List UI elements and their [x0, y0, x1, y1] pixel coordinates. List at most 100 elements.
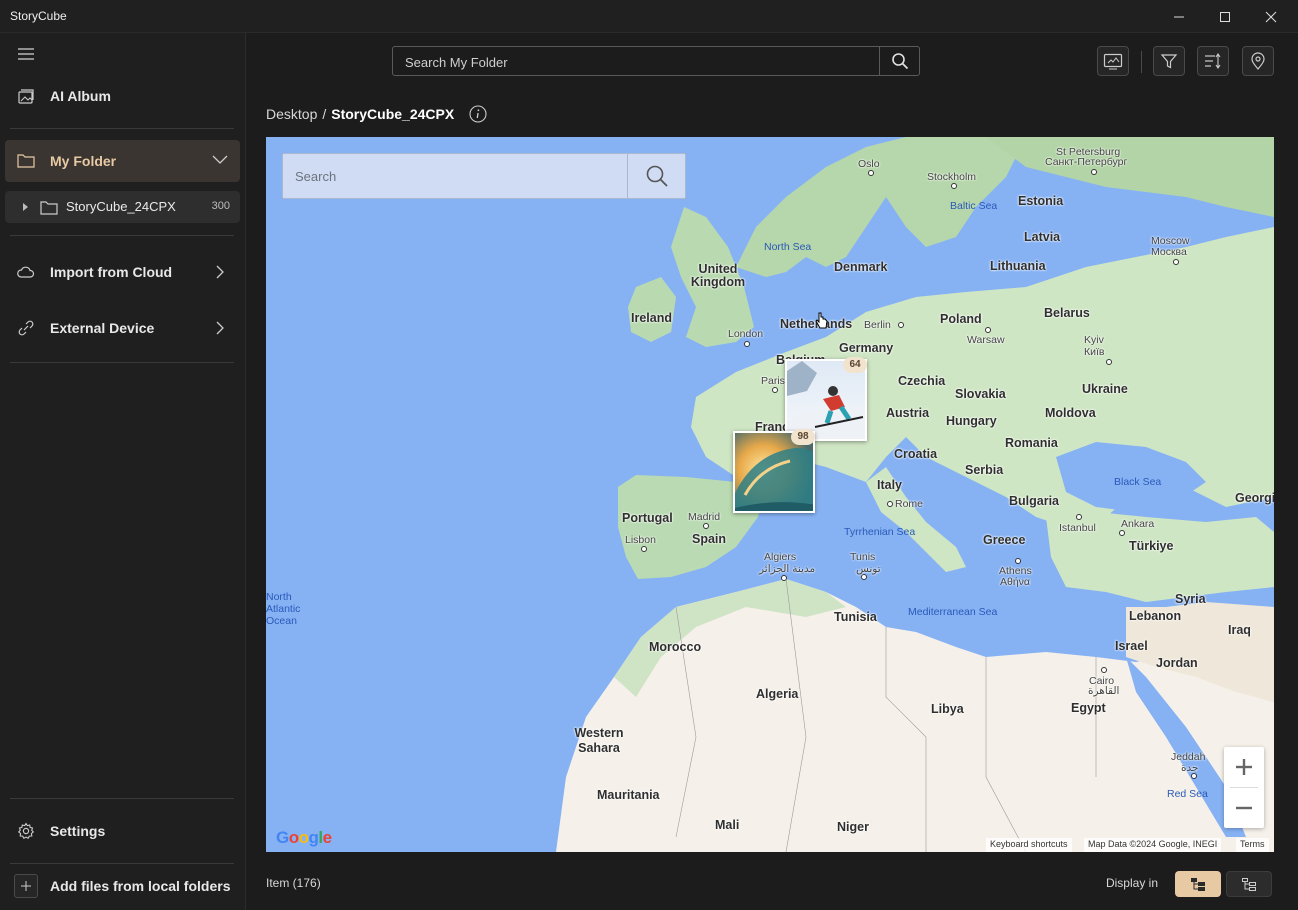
- country-label: Hungary: [946, 414, 997, 428]
- close-icon: [1265, 11, 1277, 22]
- country-label: Tunisia: [834, 610, 877, 624]
- menu-button[interactable]: [18, 47, 34, 66]
- country-label: Belarus: [1044, 306, 1090, 320]
- keyboard-shortcuts-link[interactable]: Keyboard shortcuts: [986, 838, 1072, 852]
- city-label: Paris: [761, 375, 785, 387]
- add-local-folders-button[interactable]: Add files from local folders: [14, 874, 230, 898]
- sea-label: Black Sea: [1114, 476, 1162, 488]
- sort-button[interactable]: [1197, 46, 1229, 76]
- city-marker: [1173, 259, 1179, 265]
- country-label: Italy: [877, 478, 903, 492]
- nav-my-folder[interactable]: My Folder: [5, 140, 240, 182]
- country-label: Latvia: [1024, 230, 1061, 244]
- country-label: Algeria: [756, 687, 799, 701]
- city-label: جدة: [1181, 762, 1199, 774]
- city-label: Oslo: [858, 158, 880, 170]
- sort-icon: [1205, 53, 1221, 69]
- display-in-label: Display in: [1105, 876, 1158, 890]
- map-view-button[interactable]: [1242, 46, 1274, 76]
- city-marker: [1076, 514, 1082, 520]
- search-button[interactable]: [879, 47, 919, 75]
- city-marker: [985, 327, 991, 333]
- city-marker: [1091, 169, 1097, 175]
- city-label: Lisbon: [625, 534, 656, 546]
- map-data-attribution: Map Data ©2024 Google, INEGI: [1084, 838, 1222, 852]
- breadcrumb-current: StoryCube_24CPX: [331, 106, 455, 122]
- filter-icon: [1160, 54, 1178, 69]
- country-label: Romania: [1005, 436, 1058, 450]
- search-icon: [646, 165, 668, 187]
- country-label: Austria: [886, 406, 930, 420]
- country-label: Portugal: [622, 511, 673, 525]
- nav-external-device[interactable]: External Device: [0, 308, 246, 348]
- city-marker: [898, 322, 904, 328]
- info-icon[interactable]: [469, 105, 487, 123]
- city-label: Algiers: [764, 551, 797, 563]
- map-search-button[interactable]: [627, 154, 685, 198]
- zoom-controls: [1224, 747, 1264, 828]
- view-list-button[interactable]: [1226, 871, 1272, 897]
- country-label: Niger: [837, 820, 869, 834]
- folder-search[interactable]: Search My Folder: [392, 46, 920, 76]
- city-label: Москва: [1151, 246, 1187, 258]
- sidebar: AI Album My Folder StoryCube_24CPX 300 I…: [0, 33, 246, 910]
- map-search[interactable]: Search: [282, 153, 686, 199]
- country-label: Iraq: [1228, 623, 1251, 637]
- folder-item-storycube[interactable]: StoryCube_24CPX 300: [5, 191, 240, 223]
- country-label: Ireland: [631, 311, 672, 325]
- nav-import-cloud-label: Import from Cloud: [50, 264, 173, 280]
- hand-cursor-icon: [815, 312, 828, 329]
- breadcrumb-root[interactable]: Desktop: [266, 106, 317, 122]
- title-bar: StoryCube: [0, 0, 1298, 33]
- album-icon: [18, 89, 34, 104]
- minus-icon: [1236, 806, 1252, 810]
- hamburger-icon: [18, 48, 34, 60]
- country-label: Israel: [1115, 639, 1148, 653]
- city-marker: [781, 575, 787, 581]
- nav-my-folder-label: My Folder: [50, 153, 117, 169]
- terms-link[interactable]: Terms: [1236, 838, 1269, 852]
- main-panel: Search My Folder Desktop / StoryCube_24C…: [246, 33, 1298, 910]
- item-count: Item (176): [266, 876, 321, 890]
- nav-import-cloud[interactable]: Import from Cloud: [0, 252, 246, 292]
- country-label: Lebanon: [1129, 609, 1182, 623]
- country-label: Syria: [1175, 592, 1206, 606]
- nav-ai-album-label: AI Album: [50, 88, 111, 104]
- nav-ai-album[interactable]: AI Album: [0, 76, 246, 116]
- sea-label: North Atlantic Ocean: [266, 591, 301, 627]
- plus-icon: [1236, 759, 1252, 775]
- plus-icon: [14, 874, 38, 898]
- country-label: Western Sahara: [574, 726, 624, 755]
- search-icon: [891, 53, 908, 70]
- city-label: القاهرة: [1088, 685, 1120, 697]
- folder-icon: [40, 201, 58, 215]
- country-label: Jordan: [1156, 656, 1198, 670]
- map-view[interactable]: Search North Sea Baltic Sea Black Sea Ty…: [266, 137, 1274, 852]
- nav-settings[interactable]: Settings: [0, 811, 246, 851]
- close-button[interactable]: [1248, 0, 1294, 33]
- zoom-out-button[interactable]: [1224, 788, 1264, 828]
- country-label: Türkiye: [1129, 539, 1174, 553]
- gear-icon: [17, 822, 35, 840]
- minimize-button[interactable]: [1156, 0, 1202, 33]
- link-icon: [18, 320, 34, 336]
- cluster-count-badge: 98: [791, 429, 815, 445]
- city-label: Warsaw: [967, 334, 1005, 346]
- filter-button[interactable]: [1153, 46, 1185, 76]
- divider: [10, 235, 234, 236]
- tree-view-icon: [1191, 878, 1205, 891]
- chevron-right-icon: [216, 265, 224, 279]
- zoom-in-button[interactable]: [1224, 747, 1264, 787]
- divider: [10, 863, 234, 864]
- slideshow-button[interactable]: [1097, 46, 1129, 76]
- toolbar-separator: [1141, 51, 1142, 73]
- expand-arrow-icon[interactable]: [22, 202, 30, 212]
- divider: [10, 362, 234, 363]
- view-tree-button[interactable]: [1175, 871, 1221, 897]
- map-search-input[interactable]: Search: [295, 169, 336, 184]
- maximize-button[interactable]: [1202, 0, 1248, 33]
- search-input[interactable]: Search My Folder: [405, 55, 508, 70]
- chevron-down-icon: [212, 155, 228, 164]
- city-label: Ankara: [1121, 518, 1155, 530]
- sea-label: Red Sea: [1167, 788, 1208, 800]
